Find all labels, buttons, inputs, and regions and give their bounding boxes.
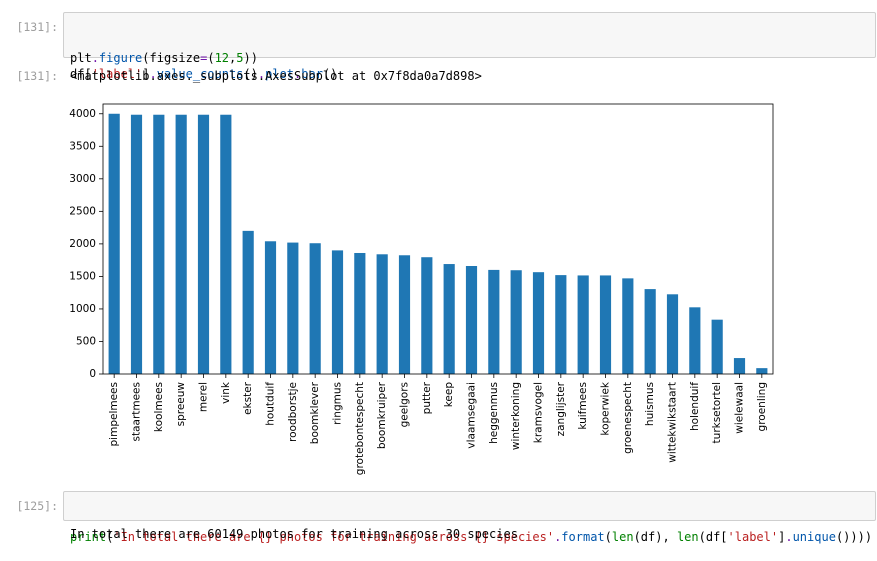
bar [532, 272, 545, 374]
bar [666, 294, 679, 374]
x-tick-label: huismus [644, 382, 656, 426]
code-line: plt.figure(figsize=(12,5)) [70, 50, 869, 66]
y-tick-label: 3000 [69, 173, 96, 185]
code-token: format [561, 530, 605, 544]
x-tick-label: boomklever [309, 381, 321, 444]
y-tick-label: 2500 [69, 205, 96, 217]
x-tick-label: putter [421, 381, 433, 414]
code-token: . [785, 530, 793, 544]
bar [197, 114, 210, 375]
x-tick-label: heggenmus [488, 382, 500, 444]
x-tick-label: ringmus [332, 382, 344, 425]
x-tick-label: groenespecht [622, 382, 634, 454]
x-tick-label: holenduif [689, 382, 701, 431]
x-tick-label: winterkoning [510, 382, 522, 450]
code-token: plt [70, 51, 92, 65]
bar [733, 358, 746, 374]
bar [421, 257, 433, 374]
input-prompt-1: [131]: [16, 20, 58, 34]
bar [153, 114, 165, 375]
x-tick-label: ekster [242, 381, 254, 415]
code-token: )) [243, 51, 258, 65]
x-tick-label: kramsvogel [533, 382, 545, 443]
code-cell-1[interactable]: plt.figure(figsize=(12,5)) df['label'].va… [63, 12, 876, 81]
bar [242, 230, 254, 374]
code-token: 12 [214, 51, 230, 65]
y-tick-label: 1000 [69, 303, 96, 315]
bar [264, 241, 277, 374]
bar [599, 275, 612, 374]
input-prompt-2: [125]: [16, 499, 58, 513]
x-tick-label: kuifmees [577, 382, 589, 430]
bar [220, 114, 232, 375]
code-cell-2[interactable]: print('In total there are {} photos for … [63, 491, 876, 544]
x-tick-label: zanglijster [555, 381, 567, 436]
x-tick-label: geelgors [399, 382, 411, 427]
y-tick-label: 4000 [69, 108, 96, 120]
x-tick-label: groenling [756, 382, 768, 431]
bar [309, 243, 321, 374]
y-tick-label: 1500 [69, 270, 96, 282]
x-tick-label: pimpelmees [108, 382, 120, 446]
code-token: (df), [633, 530, 677, 544]
x-tick-label: roodborstje [287, 382, 299, 442]
bar [555, 275, 567, 374]
bar [711, 319, 723, 374]
bar [331, 250, 344, 374]
code-token: len [611, 530, 634, 544]
output-prompt-1: [131]: [16, 69, 58, 83]
bar [287, 242, 299, 374]
bar-chart: pimpelmees staartmees koolmees spreeuw merel… [69, 103, 774, 475]
bar [130, 114, 143, 375]
code-token: ( [604, 530, 612, 544]
output-text-2: In total there are 60149 photos for trai… [70, 527, 518, 541]
y-tick-label: 0 [89, 368, 96, 380]
code-token: . [91, 51, 99, 65]
bar [510, 270, 522, 374]
x-tick-label: wittekwikstaart [667, 382, 679, 463]
bar [577, 275, 589, 374]
y-tick-label: 500 [76, 335, 96, 347]
bar [689, 307, 701, 374]
code-token: (df[ [698, 530, 728, 544]
bar [756, 368, 768, 374]
output-text-1: <matplotlib.axes._subplots.AxesSubplot a… [70, 69, 482, 83]
bar [354, 252, 366, 374]
bar [465, 266, 478, 374]
x-tick-label: spreeuw [175, 382, 187, 427]
x-tick-label: houtduif [265, 382, 277, 426]
x-tick-label: vlaamsegaai [466, 382, 478, 449]
code-token: ()))) [835, 530, 873, 544]
bar [108, 113, 120, 374]
bar [622, 278, 634, 374]
code-token: ( [142, 51, 150, 65]
bar [644, 289, 656, 374]
y-tick-label: 2000 [69, 238, 96, 250]
x-tick-label: wielewaal [734, 382, 746, 434]
x-tick-label: grotebontespecht [354, 382, 366, 475]
code-token: unique [792, 530, 836, 544]
x-tick-label: vink [220, 381, 232, 404]
code-token: ( [207, 51, 215, 65]
x-tick-label: turksetortel [711, 382, 723, 443]
code-token: 'label' [727, 530, 779, 544]
code-token: len [676, 530, 699, 544]
y-tick-label: 3500 [69, 140, 96, 152]
bar [443, 264, 455, 374]
x-tick-label: staartmees [131, 382, 143, 442]
bar [398, 255, 411, 374]
x-tick-label: koolmees [153, 382, 165, 432]
x-tick-label: boomkruiper [376, 381, 388, 449]
bar [376, 254, 388, 374]
x-tick-label: merel [198, 382, 210, 412]
x-tick-label: keep [443, 382, 455, 408]
x-tick-label: koperwiek [600, 381, 612, 436]
bar [175, 114, 187, 375]
bar [488, 269, 500, 374]
code-token: figsize [149, 51, 201, 65]
code-token: figure [98, 51, 143, 65]
